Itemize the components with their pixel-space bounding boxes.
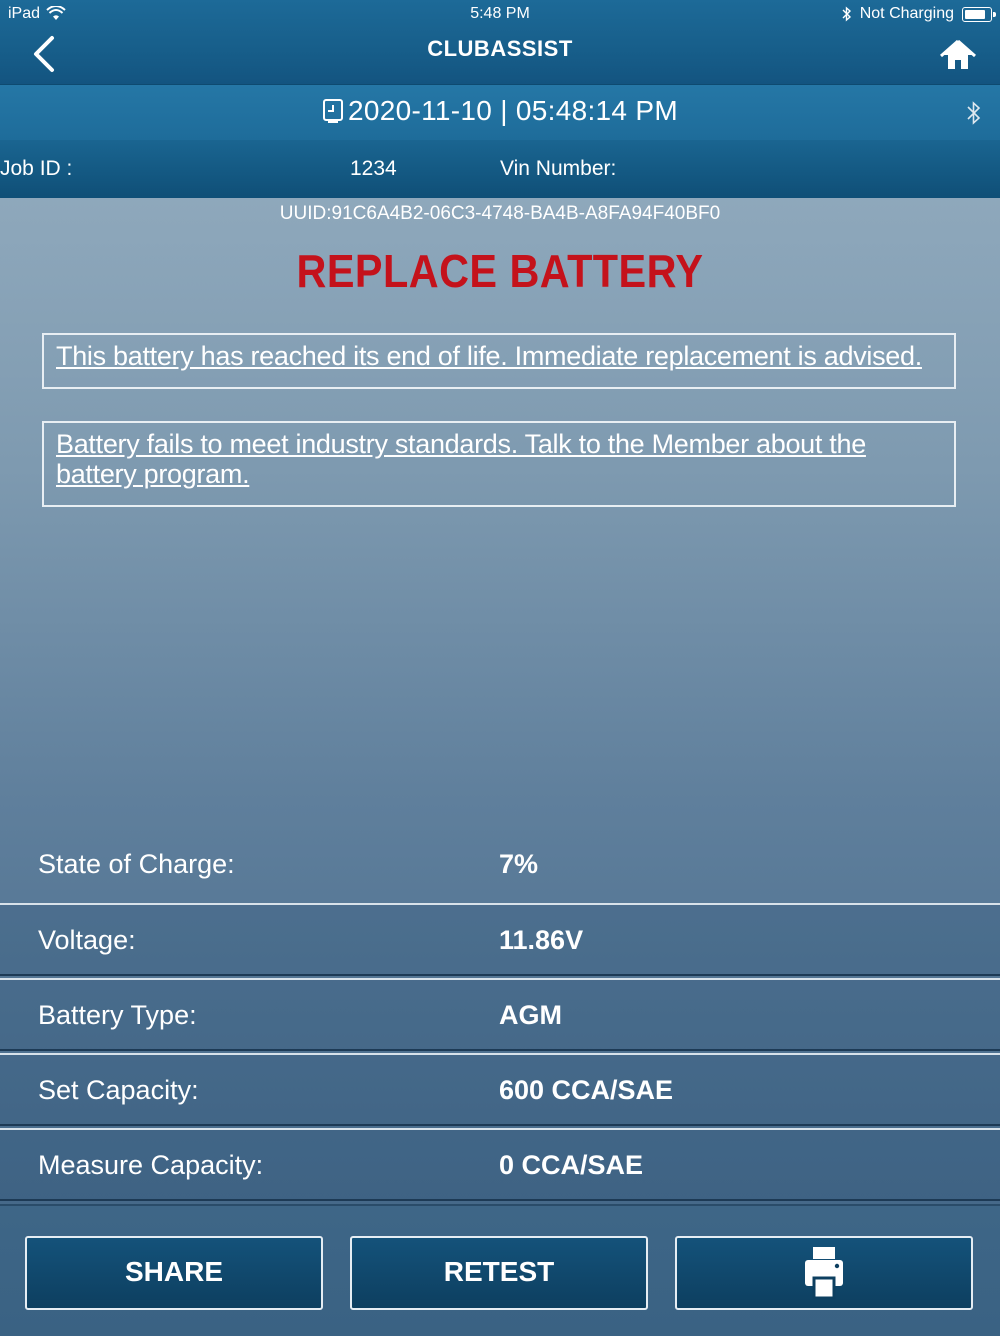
result-label: Measure Capacity: [38, 1150, 264, 1180]
retest-button[interactable]: RETEST [350, 1236, 648, 1310]
result-value: 7% [499, 849, 539, 879]
status-right: Not Charging [842, 4, 996, 24]
home-icon [940, 39, 976, 69]
datetime-text: 2020-11-10 | 05:48:14 PM [348, 95, 678, 126]
result-label: Voltage: [38, 925, 136, 955]
printer-icon [805, 1247, 843, 1300]
result-value: 11.86V [499, 925, 584, 955]
result-label: Battery Type: [38, 1000, 197, 1030]
top-bar: iPad 5:48 PM Not Charging CLUBASSIST [0, 0, 1000, 84]
job-id-value: 1234 [350, 157, 397, 180]
bluetooth-icon [842, 6, 851, 22]
result-row-set-capacity: Set Capacity: 600 CCA/SAE [0, 1053, 1000, 1126]
home-button[interactable] [940, 38, 976, 72]
print-button[interactable] [675, 1236, 973, 1310]
industry-standards-message[interactable]: Battery fails to meet industry standards… [42, 421, 956, 507]
vin-label: Vin Number: [500, 157, 617, 180]
result-value: 600 CCA/SAE [499, 1075, 674, 1105]
result-row-battery-type: Battery Type: AGM [0, 978, 1000, 1051]
result-verdict: REPLACE BATTERY [296, 245, 704, 297]
battery-icon [962, 6, 996, 22]
result-label: Set Capacity: [38, 1075, 199, 1105]
result-row-measure-capacity: Measure Capacity: 0 CCA/SAE [0, 1128, 1000, 1201]
charging-status: Not Charging [859, 5, 954, 22]
bluetooth-status[interactable] [966, 99, 982, 132]
uuid-text: UUID:91C6A4B2-06C3-4748-BA4B-A8FA94F40BF… [279, 203, 721, 224]
result-row-state-of-charge: State of Charge: 7% [0, 829, 1000, 902]
club-assist-logo: CLUBASSIST [427, 36, 573, 61]
result-value: AGM [499, 1000, 562, 1030]
job-info-bar: Job ID : 1234 Vin Number: [0, 140, 1000, 198]
bluetooth-icon [967, 101, 981, 125]
action-bar: SHARE RETEST [0, 1204, 1000, 1336]
result-value: 0 CCA/SAE [499, 1150, 644, 1180]
job-id-label: Job ID : [0, 157, 73, 180]
share-button[interactable]: SHARE [25, 1236, 323, 1310]
result-row-voltage: Voltage: 11.86V [0, 903, 1000, 976]
timer-icon [323, 99, 344, 123]
end-of-life-message[interactable]: This battery has reached its end of life… [42, 333, 956, 389]
result-label: State of Charge: [38, 849, 235, 879]
test-datetime: 2020-11-10 | 05:48:14 PM [0, 95, 1000, 127]
date-bar: 2020-11-10 | 05:48:14 PM [0, 84, 1000, 141]
